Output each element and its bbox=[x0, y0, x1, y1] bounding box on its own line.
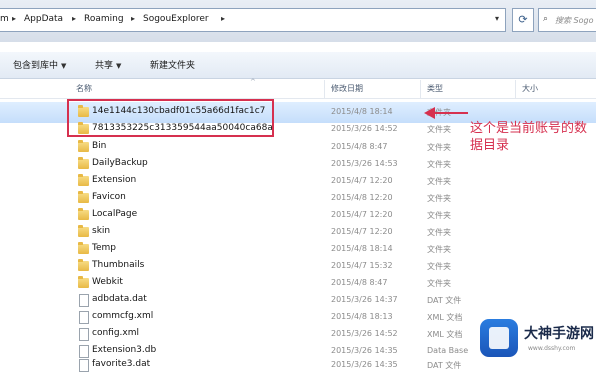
breadcrumb-item[interactable]: Roaming bbox=[84, 14, 124, 24]
file-type: DAT 文件 bbox=[427, 296, 462, 305]
column-divider[interactable] bbox=[515, 80, 516, 98]
breadcrumb-item[interactable]: m bbox=[0, 14, 9, 24]
share-label: 共享 bbox=[95, 61, 114, 71]
file-date: 2015/4/7 12:20 bbox=[331, 227, 393, 236]
folder-icon bbox=[78, 157, 89, 169]
file-name: Bin bbox=[92, 141, 107, 151]
chevron-right-icon[interactable]: ▸ bbox=[131, 14, 135, 23]
share-button[interactable]: 共享 ▼ bbox=[95, 58, 121, 71]
folder-icon bbox=[78, 191, 89, 203]
new-folder-button[interactable]: 新建文件夹 bbox=[150, 58, 195, 71]
column-date[interactable]: 修改日期 bbox=[331, 83, 363, 94]
file-type: 文件夹 bbox=[427, 160, 451, 169]
file-date: 2015/4/8 8:47 bbox=[331, 278, 388, 287]
chevron-down-icon[interactable]: ▾ bbox=[495, 14, 499, 23]
search-placeholder: 搜索 Sogo bbox=[555, 16, 594, 25]
file-date: 2015/4/7 12:20 bbox=[331, 210, 393, 219]
file-date: 2015/4/8 18:14 bbox=[331, 107, 393, 116]
file-type: 文件夹 bbox=[427, 279, 451, 288]
column-name[interactable]: 名称 bbox=[76, 83, 92, 94]
file-type: DAT 文件 bbox=[427, 361, 462, 370]
search-input[interactable]: ⌕ 搜索 Sogo bbox=[538, 8, 596, 32]
file-type: 文件夹 bbox=[427, 194, 451, 203]
search-icon: ⌕ bbox=[543, 14, 549, 24]
file-date: 2015/4/8 18:13 bbox=[331, 312, 393, 321]
file-date: 2015/4/8 12:20 bbox=[331, 193, 393, 202]
file-date: 2015/3/26 14:35 bbox=[331, 346, 398, 355]
file-name: Favicon bbox=[92, 192, 126, 202]
watermark-title: 大神手游网 bbox=[524, 326, 594, 342]
file-name: LocalPage bbox=[92, 209, 138, 219]
new-folder-label: 新建文件夹 bbox=[150, 61, 196, 71]
breadcrumb-item[interactable]: SogouExplorer bbox=[143, 14, 209, 24]
file-name: commcfg.xml bbox=[92, 311, 154, 321]
highlight-box bbox=[67, 99, 274, 137]
folder-icon bbox=[78, 276, 89, 288]
folder-icon bbox=[78, 259, 89, 271]
file-name: Temp bbox=[92, 243, 116, 253]
include-in-library-button[interactable]: 包含到库中 ▼ bbox=[13, 58, 66, 71]
file-type: 文件夹 bbox=[427, 245, 451, 254]
sort-caret-icon: ^ bbox=[250, 78, 256, 86]
file-type: 文件夹 bbox=[427, 211, 451, 220]
file-type: XML 文档 bbox=[427, 313, 463, 322]
watermark-logo bbox=[480, 319, 518, 357]
file-icon bbox=[79, 328, 89, 341]
file-icon bbox=[79, 311, 89, 324]
command-toolbar: 包含到库中 ▼ 共享 ▼ 新建文件夹 bbox=[0, 52, 596, 79]
folder-icon bbox=[78, 208, 89, 220]
file-date: 2015/4/7 15:32 bbox=[331, 261, 393, 270]
file-type: 文件夹 bbox=[427, 262, 451, 271]
file-type: 文件夹 bbox=[427, 228, 451, 237]
column-type[interactable]: 类型 bbox=[427, 83, 443, 94]
file-date: 2015/3/26 14:52 bbox=[331, 329, 398, 338]
file-icon bbox=[79, 359, 89, 372]
file-name: favorite3.dat bbox=[92, 359, 151, 369]
address-bar: m ▸ AppData ▸ Roaming ▸ SogouExplorer ▸ … bbox=[0, 0, 596, 42]
folder-icon bbox=[78, 174, 89, 186]
refresh-icon: ⟳ bbox=[518, 13, 528, 26]
file-name: Extension bbox=[92, 175, 137, 185]
folder-icon bbox=[78, 242, 89, 254]
chevron-right-icon[interactable]: ▸ bbox=[72, 14, 76, 23]
column-divider[interactable] bbox=[420, 80, 421, 98]
column-size[interactable]: 大小 bbox=[522, 83, 538, 94]
watermark-url: www.dsshy.com bbox=[528, 345, 576, 352]
file-name: adbdata.dat bbox=[92, 294, 147, 304]
file-type: 文件夹 bbox=[427, 125, 451, 134]
file-type: Data Base bbox=[427, 346, 469, 355]
file-date: 2015/3/26 14:53 bbox=[331, 159, 398, 168]
chevron-right-icon[interactable]: ▸ bbox=[221, 14, 225, 23]
file-icon bbox=[79, 294, 89, 307]
file-name: Thumbnails bbox=[92, 260, 145, 270]
file-date: 2015/3/26 14:37 bbox=[331, 295, 398, 304]
column-header: ^ 名称 修改日期 类型 大小 bbox=[0, 78, 596, 99]
file-type: 文件夹 bbox=[427, 143, 451, 152]
file-name: skin bbox=[92, 226, 111, 236]
file-date: 2015/4/8 8:47 bbox=[331, 142, 388, 151]
file-date: 2015/3/26 14:52 bbox=[331, 124, 398, 133]
watermark: 大神手游网 www.dsshy.com bbox=[470, 313, 594, 369]
breadcrumb-item[interactable]: AppData bbox=[24, 14, 63, 24]
file-type: XML 文档 bbox=[427, 330, 463, 339]
chevron-down-icon: ▼ bbox=[116, 62, 122, 70]
file-date: 2015/3/26 14:35 bbox=[331, 360, 398, 369]
folder-icon bbox=[78, 225, 89, 237]
folder-icon bbox=[78, 140, 89, 152]
file-date: 2015/4/7 12:20 bbox=[331, 176, 393, 185]
column-divider[interactable] bbox=[324, 80, 325, 98]
file-date: 2015/4/8 18:14 bbox=[331, 244, 393, 253]
arrow-line bbox=[434, 112, 468, 114]
chevron-right-icon[interactable]: ▸ bbox=[12, 14, 16, 23]
chevron-down-icon: ▼ bbox=[61, 62, 67, 70]
file-name: config.xml bbox=[92, 328, 139, 338]
include-in-library-label: 包含到库中 bbox=[13, 61, 59, 71]
file-name: DailyBackup bbox=[92, 158, 148, 168]
file-name: Extension3.db bbox=[92, 345, 157, 355]
file-name: Webkit bbox=[92, 277, 123, 287]
refresh-button[interactable]: ⟳ bbox=[512, 8, 534, 32]
file-type: 文件夹 bbox=[427, 177, 451, 186]
breadcrumb[interactable]: m ▸ AppData ▸ Roaming ▸ SogouExplorer ▸ … bbox=[0, 8, 506, 32]
annotation-note: 这个是当前账号的数据目录 bbox=[470, 121, 588, 153]
